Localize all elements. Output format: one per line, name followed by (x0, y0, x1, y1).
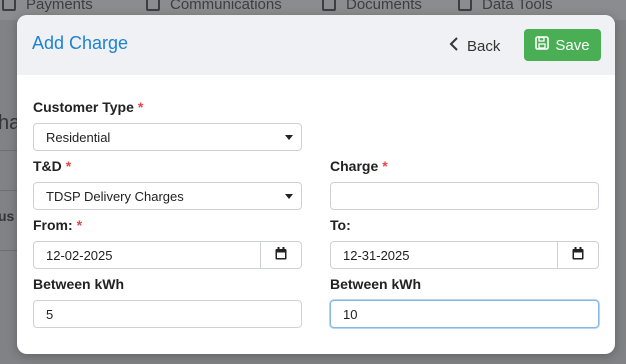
to-date-input[interactable]: 12-31-2025 (330, 241, 599, 269)
from-label-text: From: (33, 217, 73, 233)
charge-input[interactable] (330, 182, 599, 210)
customer-type-value: Residential (46, 129, 111, 145)
background-divider (0, 150, 18, 151)
calendar-icon (275, 247, 287, 263)
back-button[interactable]: Back (449, 35, 500, 57)
customer-type-label-text: Customer Type (33, 99, 134, 115)
required-marker: * (137, 99, 144, 115)
required-marker: * (76, 217, 83, 233)
to-date-value: 12-31-2025 (343, 247, 410, 263)
from-date-input[interactable]: 12-02-2025 (33, 241, 302, 269)
background-divider (0, 250, 18, 251)
background-nav-communications: Communications (146, 0, 282, 13)
customer-type-select[interactable]: Residential (33, 123, 302, 151)
to-label: To: (330, 217, 351, 233)
charge-label-text: Charge (330, 158, 379, 174)
td-value: TDSP Delivery Charges (46, 188, 184, 204)
td-label: T&D * (33, 158, 71, 174)
payments-icon (2, 0, 16, 11)
background-divider (0, 190, 18, 191)
from-calendar-button[interactable] (260, 241, 301, 269)
td-label-text: T&D (33, 158, 62, 174)
background-column-fragment: us (0, 208, 15, 224)
background-nav-documents: Documents (322, 0, 422, 13)
floppy-disk-icon (535, 36, 550, 54)
background-nav-payments: Payments (2, 0, 93, 13)
chevron-left-icon (449, 37, 459, 55)
back-button-label: Back (467, 37, 501, 55)
modal-header: Add Charge Back Save (17, 15, 615, 75)
modal-title: Add Charge (32, 33, 129, 53)
caret-down-icon (285, 135, 293, 140)
save-button[interactable]: Save (524, 29, 601, 61)
background-nav-data-tools-label: Data Tools (482, 0, 553, 13)
required-marker: * (65, 158, 72, 174)
charge-label: Charge * (330, 158, 388, 174)
document-icon (322, 0, 336, 11)
between-kwh-max-value: 10 (343, 306, 358, 322)
background-nav-documents-label: Documents (346, 0, 422, 13)
customer-type-label: Customer Type * (33, 99, 143, 115)
background-nav-payments-label: Payments (26, 0, 93, 13)
between-kwh-max-label: Between kWh (330, 276, 422, 292)
between-kwh-min-label: Between kWh (33, 276, 125, 292)
td-select[interactable]: TDSP Delivery Charges (33, 182, 302, 210)
to-calendar-button[interactable] (557, 241, 598, 269)
between-kwh-max-input[interactable]: 10 (330, 300, 599, 328)
required-marker: * (382, 158, 388, 174)
add-charge-modal: Add Charge Back Save Customer Type * Resi… (17, 15, 615, 354)
from-label: From: * (33, 217, 82, 233)
calendar-icon (572, 247, 584, 263)
save-button-label: Save (555, 36, 590, 54)
database-icon (458, 0, 472, 11)
envelope-icon (146, 0, 160, 11)
background-nav-data-tools: Data Tools (458, 0, 553, 13)
caret-down-icon (285, 194, 293, 199)
from-date-value: 12-02-2025 (46, 247, 113, 263)
between-kwh-min-value: 5 (46, 306, 54, 322)
between-kwh-min-input[interactable]: 5 (33, 300, 302, 328)
background-nav-communications-label: Communications (170, 0, 282, 13)
